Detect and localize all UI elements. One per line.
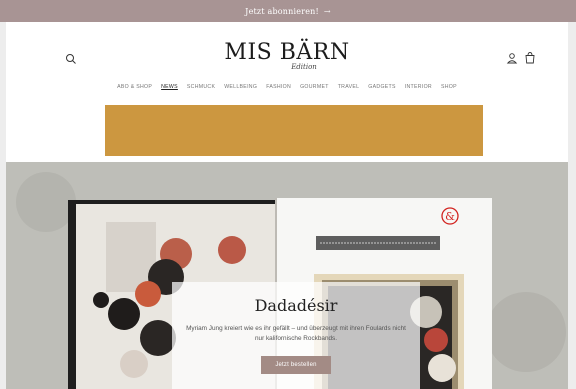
announcement-text[interactable]: Jetzt abonnieren! (245, 7, 319, 16)
account-icon[interactable] (506, 52, 518, 64)
hero-badge-text: & (445, 210, 455, 223)
nav-item-abo-shop[interactable]: ABO & SHOP (117, 84, 152, 90)
site-logo[interactable]: MIS BÄRN Edition (6, 40, 568, 71)
nav-item-shop[interactable]: SHOP (441, 84, 457, 90)
main-navigation: ABO & SHOP NEWS SCHMUCK WELLBEING FASHIO… (6, 84, 568, 90)
nav-item-gourmet[interactable]: GOURMET (300, 84, 329, 90)
hero-title: Dadadésir (254, 296, 338, 315)
nav-item-gadgets[interactable]: GADGETS (368, 84, 395, 90)
nav-item-fashion[interactable]: FASHION (266, 84, 291, 90)
page-frame-right (568, 0, 576, 389)
hero-overlay-card: Dadadésir Myriam Jung kreiert wie es ihr… (172, 282, 420, 389)
nav-item-wellbeing[interactable]: WELLBEING (224, 84, 257, 90)
announcement-bar[interactable]: Jetzt abonnieren! → (0, 0, 576, 22)
nav-item-travel[interactable]: TRAVEL (338, 84, 360, 90)
hero-section: & Dadadésir Myriam Jung kreiert wie es i… (6, 162, 568, 389)
cart-icon[interactable] (524, 51, 536, 64)
hero-description: Myriam Jung kreiert wie es ihr gefällt –… (186, 325, 406, 342)
ad-banner[interactable] (105, 105, 483, 156)
site-header: MIS BÄRN Edition (6, 22, 568, 102)
arrow-right-icon: → (323, 6, 331, 16)
nav-item-interior[interactable]: INTERIOR (405, 84, 432, 90)
nav-item-news[interactable]: NEWS (161, 84, 178, 90)
order-now-button[interactable]: Jetzt bestellen (261, 356, 331, 374)
nav-item-schmuck[interactable]: SCHMUCK (187, 84, 215, 90)
